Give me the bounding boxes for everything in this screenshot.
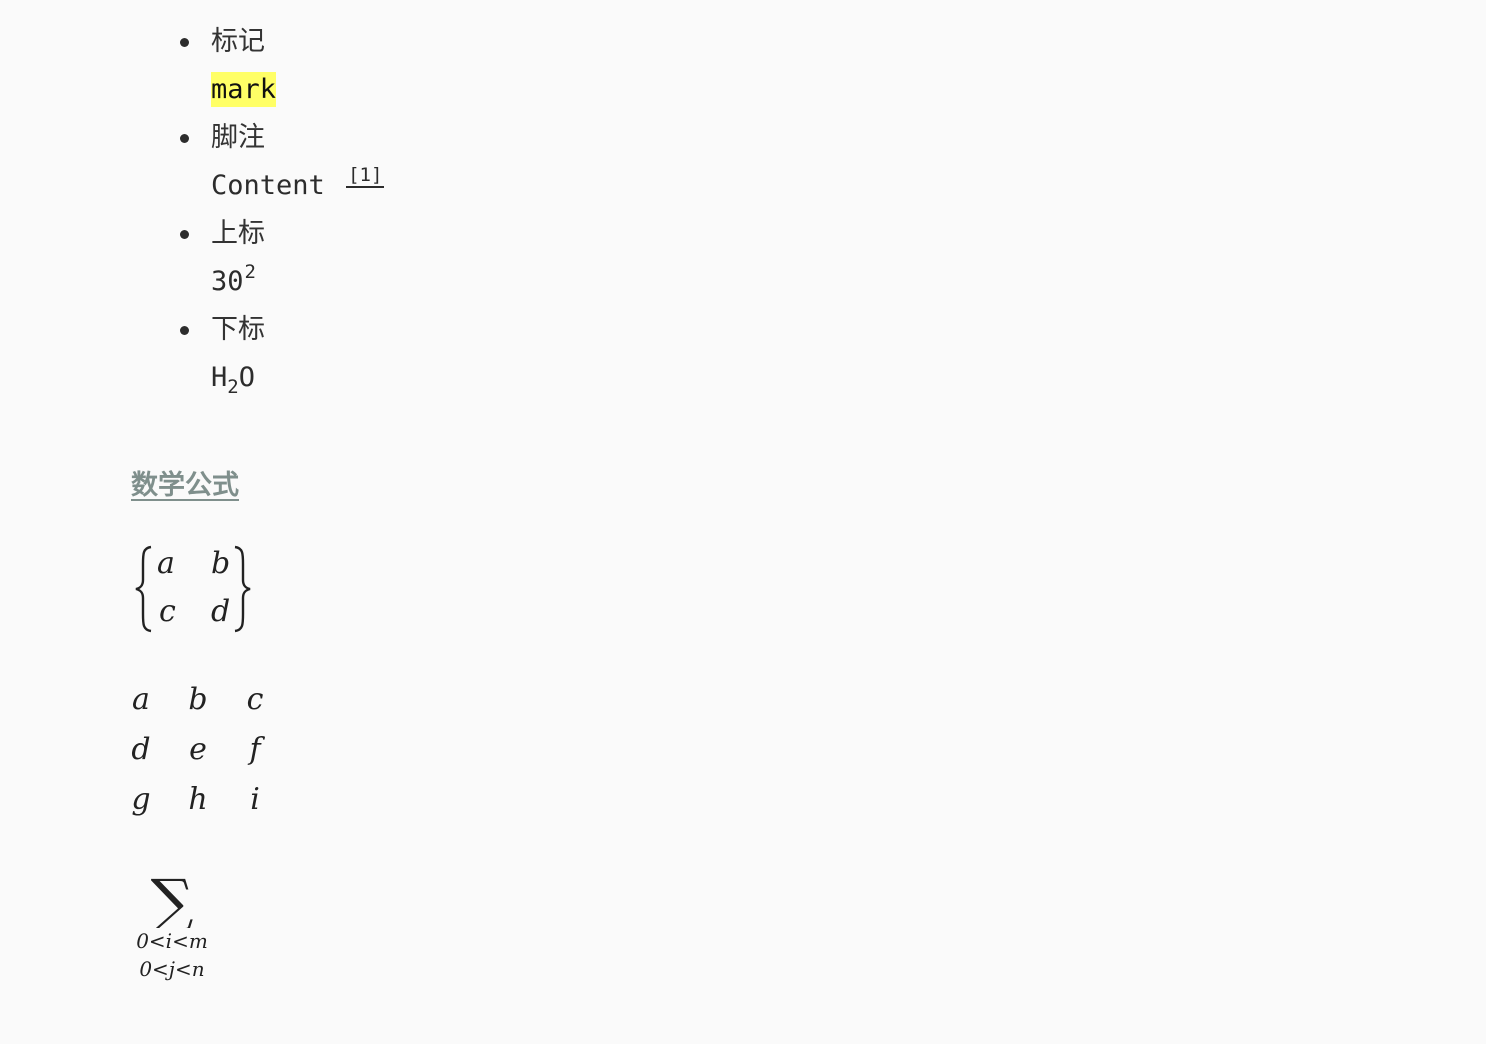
bullet-icon	[180, 134, 189, 143]
list-item-title: 上标	[211, 218, 265, 249]
left-brace-icon	[135, 545, 152, 633]
matrix-cell: b	[188, 682, 208, 717]
matrix-cell: i	[250, 782, 260, 817]
footnote-text: Content	[211, 170, 325, 201]
highlighted-text: mark	[211, 72, 277, 107]
matrix-cell: d	[131, 732, 151, 767]
footnote-reference-link[interactable]: [1]	[346, 164, 385, 188]
superscript-base: 30	[211, 266, 244, 297]
summation-sigma-icon: ∑	[151, 872, 194, 928]
matrix-cell: a	[157, 546, 175, 581]
right-brace-icon	[234, 545, 251, 633]
list-item-footnote: 脚注 Content [1]	[130, 114, 385, 210]
summation-subscript-line-1: 0<i<m	[136, 929, 208, 953]
matrix-cell: g	[131, 782, 151, 817]
list-item-title: 脚注	[211, 122, 265, 153]
matrix-cell: d	[211, 594, 231, 629]
matrix-cell: c	[159, 594, 176, 629]
matrix-cell: h	[188, 782, 208, 817]
summation-symbol: ∑	[151, 872, 194, 928]
list-item-content: 302	[211, 258, 384, 306]
math-section-heading[interactable]: 数学公式	[131, 463, 239, 502]
matrix-cell: a	[132, 682, 150, 717]
subscript-pre: H	[211, 362, 228, 393]
list-item-mark: 标记 mark	[130, 18, 384, 114]
list-item-content: Content [1]	[211, 162, 385, 210]
list-item-title: 下标	[211, 314, 265, 345]
list-item-content: H2O	[211, 354, 384, 402]
matrix-cell: e	[189, 732, 207, 767]
list-item-content: mark	[211, 66, 384, 114]
bullet-icon	[180, 230, 189, 239]
list-item-title: 标记	[211, 26, 265, 57]
summation-subscript-line-2: 0<j<n	[139, 957, 205, 981]
feature-list: 标记 mark 脚注 Content [1] 上标 302 下标 H2O	[130, 18, 385, 402]
superscript-exponent: 2	[244, 261, 256, 283]
matrix-cell: c	[246, 682, 264, 717]
list-item-superscript: 上标 302	[130, 210, 384, 306]
subscript-post: O	[238, 362, 255, 393]
matrix-cell: b	[211, 546, 231, 581]
matrix-cell: f	[249, 732, 261, 767]
bullet-icon	[180, 326, 189, 335]
list-item-subscript: 下标 H2O	[130, 306, 384, 402]
subscript-index: 2	[227, 376, 239, 398]
bullet-icon	[180, 38, 189, 47]
brace-matrix-formula: a b c d	[134, 544, 256, 636]
